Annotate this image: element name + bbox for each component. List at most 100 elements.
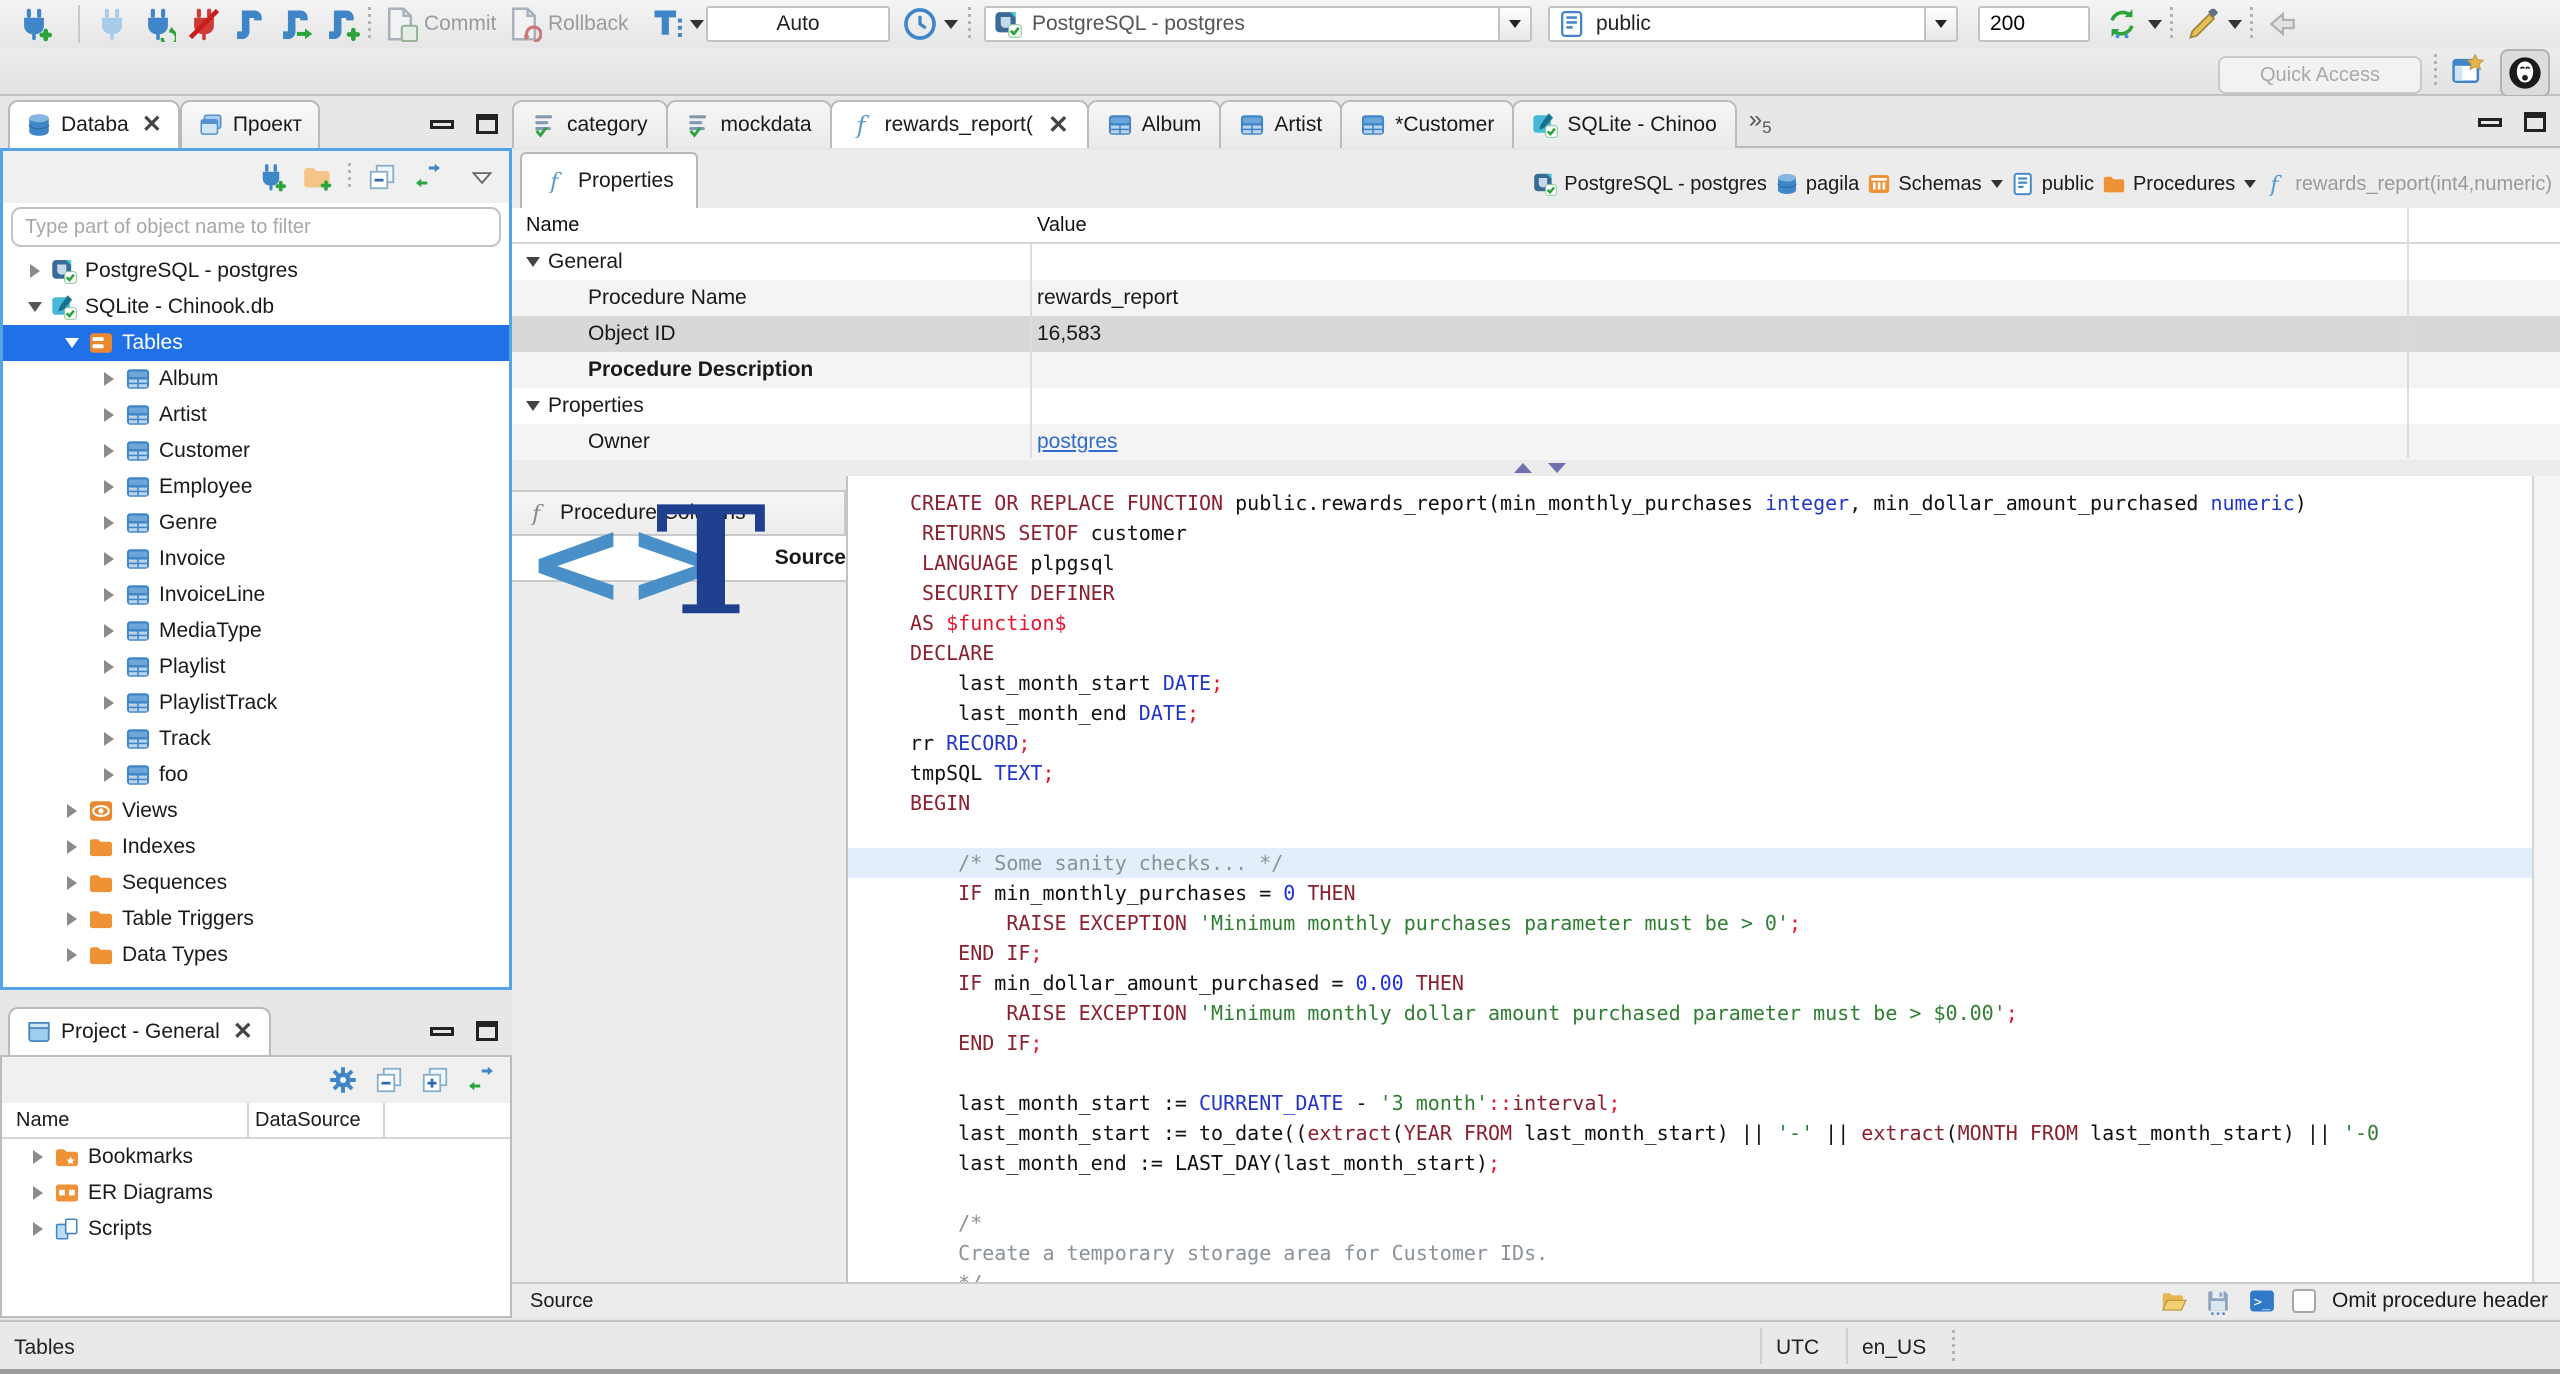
chevron-down-icon[interactable] xyxy=(526,401,540,411)
project-item-er-diagrams[interactable]: ER Diagrams xyxy=(2,1175,510,1211)
sql-editor-icon[interactable] xyxy=(232,6,268,42)
collapse-all-icon[interactable] xyxy=(374,1065,404,1095)
active-schema-combo[interactable]: public xyxy=(1548,6,1958,42)
maximize-icon[interactable] xyxy=(2524,112,2546,132)
code-line[interactable]: last_month_start := to_date((extract(YEA… xyxy=(910,1118,2532,1148)
code-line[interactable]: END IF; xyxy=(910,938,2532,968)
tree-item-tables[interactable]: Tables xyxy=(3,325,509,361)
connect-icon[interactable] xyxy=(94,6,130,42)
code-line[interactable]: RETURNS SETOF customer xyxy=(910,518,2532,548)
chevron-right-icon[interactable] xyxy=(99,660,119,674)
editor-tab-mockdata[interactable]: mockdata xyxy=(665,100,832,148)
link-with-editor-icon[interactable] xyxy=(413,162,443,192)
tree-item-postgresql-postgres[interactable]: PostgreSQL - postgres xyxy=(3,253,509,289)
chevron-right-icon[interactable] xyxy=(28,1222,48,1236)
chevron-right-icon[interactable] xyxy=(25,264,45,278)
brush-dropdown-caret[interactable] xyxy=(2228,20,2242,29)
minimize-icon[interactable] xyxy=(2478,117,2502,127)
tree-item-artist[interactable]: Artist xyxy=(3,397,509,433)
tree-item-foo[interactable]: foo xyxy=(3,757,509,793)
tree-item-genre[interactable]: Genre xyxy=(3,505,509,541)
tree-item-playlist[interactable]: Playlist xyxy=(3,649,509,685)
code-line[interactable]: Create a temporary storage area for Cust… xyxy=(910,1238,2532,1268)
chevron-right-icon[interactable] xyxy=(99,516,119,530)
transaction-dropdown-caret[interactable] xyxy=(690,20,704,29)
tree-item-track[interactable]: Track xyxy=(3,721,509,757)
code-line[interactable]: rr RECORD; xyxy=(910,728,2532,758)
view-menu-icon[interactable] xyxy=(469,164,495,190)
grid-row-properties[interactable]: Properties xyxy=(512,388,2560,424)
code-line[interactable]: last_month_start := CURRENT_DATE - '3 mo… xyxy=(910,1088,2532,1118)
breadcrumb-item-procedures[interactable]: Procedures xyxy=(2102,172,2257,196)
code-line[interactable]: IF min_dollar_amount_purchased = 0.00 TH… xyxy=(910,968,2532,998)
editor-tab--customer[interactable]: *Customer xyxy=(1340,100,1515,148)
tab-project-general[interactable]: Project - General ✕ xyxy=(8,1007,271,1055)
chevron-right-icon[interactable] xyxy=(99,624,119,638)
code-line[interactable] xyxy=(910,1178,2532,1208)
code-line[interactable]: AS $function$ xyxy=(910,608,2532,638)
close-icon[interactable]: ✕ xyxy=(233,1020,253,1044)
transaction-history-icon[interactable] xyxy=(902,6,938,42)
rollback-button[interactable]: Rollback xyxy=(548,0,629,48)
chevron-down-icon[interactable] xyxy=(526,257,540,267)
code-line[interactable] xyxy=(910,1058,2532,1088)
code-line[interactable]: last_month_end DATE; xyxy=(910,698,2532,728)
chevron-down-icon[interactable] xyxy=(25,302,45,312)
tab-database-navigator[interactable]: Databa ✕ xyxy=(8,100,180,148)
code-line[interactable]: last_month_start DATE; xyxy=(910,668,2532,698)
code-line[interactable]: */ xyxy=(910,1268,2532,1282)
editor-tab-rewards-report-[interactable]: f rewards_report(✕ xyxy=(829,100,1089,148)
dbeaver-perspective-button[interactable] xyxy=(2500,49,2550,97)
tree-item-invoice[interactable]: Invoice xyxy=(3,541,509,577)
chevron-right-icon[interactable] xyxy=(99,732,119,746)
fetch-size-input[interactable] xyxy=(1978,6,2090,42)
save-to-file-icon[interactable] xyxy=(2204,1287,2232,1315)
minimize-icon[interactable] xyxy=(430,119,454,129)
editor-tab-album[interactable]: Album xyxy=(1086,100,1222,148)
history-dropdown-caret[interactable] xyxy=(944,20,958,29)
code-line[interactable]: SECURITY DEFINER xyxy=(910,578,2532,608)
grid-column-divider[interactable] xyxy=(1030,244,1032,458)
close-icon[interactable]: ✕ xyxy=(1048,112,1069,138)
breadcrumb-item-pagila[interactable]: pagila xyxy=(1775,172,1859,196)
code-line[interactable]: RAISE EXCEPTION 'Minimum monthly purchas… xyxy=(910,908,2532,938)
tab-overflow-button[interactable]: » 5 xyxy=(1749,106,1772,138)
grid-row-general[interactable]: General xyxy=(512,244,2560,280)
grid-col-value[interactable]: Value xyxy=(1037,214,1087,237)
editor-tab-sqlite-chinoo[interactable]: SQLite - Chinoo xyxy=(1512,100,1737,148)
code-line[interactable] xyxy=(910,818,2532,848)
settings-gear-icon[interactable] xyxy=(328,1065,358,1095)
tree-item-views[interactable]: Views xyxy=(3,793,509,829)
rollback-icon[interactable] xyxy=(506,6,542,42)
editor-scrollbar[interactable] xyxy=(2532,476,2560,1282)
new-folder-icon[interactable] xyxy=(302,162,332,192)
commit-mode-combo[interactable]: Auto xyxy=(706,6,890,42)
new-connection-icon[interactable] xyxy=(256,162,286,192)
commit-icon[interactable] xyxy=(382,6,418,42)
breadcrumb-item-schemas[interactable]: Schemas xyxy=(1867,172,2003,196)
code-line[interactable]: LANGUAGE plpgsql xyxy=(910,548,2532,578)
tab-source[interactable]: <> T Source xyxy=(512,474,846,649)
chevron-right-icon[interactable] xyxy=(62,912,82,926)
code-line[interactable]: /* xyxy=(910,1208,2532,1238)
grid-row-value[interactable]: postgres xyxy=(1037,430,1118,454)
link-with-editor-icon[interactable] xyxy=(466,1065,496,1095)
column-datasource-header[interactable]: DataSource xyxy=(255,1109,361,1132)
grid-col-name[interactable]: Name xyxy=(526,214,579,237)
auto-refresh-icon[interactable] xyxy=(2104,6,2140,42)
collapse-all-icon[interactable] xyxy=(367,162,397,192)
minimize-icon[interactable] xyxy=(430,1026,454,1036)
chevron-right-icon[interactable] xyxy=(62,840,82,854)
expand-all-icon[interactable] xyxy=(420,1065,450,1095)
close-icon[interactable]: ✕ xyxy=(142,113,162,137)
tree-item-album[interactable]: Album xyxy=(3,361,509,397)
reconnect-icon[interactable] xyxy=(140,6,176,42)
chevron-right-icon[interactable] xyxy=(62,876,82,890)
chevron-right-icon[interactable] xyxy=(99,408,119,422)
grid-column-divider[interactable] xyxy=(2407,208,2409,458)
code-line[interactable]: last_month_end := LAST_DAY(last_month_st… xyxy=(910,1148,2532,1178)
splitter-up-icon[interactable] xyxy=(1514,463,1532,473)
code-line[interactable]: CREATE OR REPLACE FUNCTION public.reward… xyxy=(910,488,2532,518)
chevron-right-icon[interactable] xyxy=(28,1150,48,1164)
chevron-down-icon[interactable] xyxy=(62,338,82,348)
